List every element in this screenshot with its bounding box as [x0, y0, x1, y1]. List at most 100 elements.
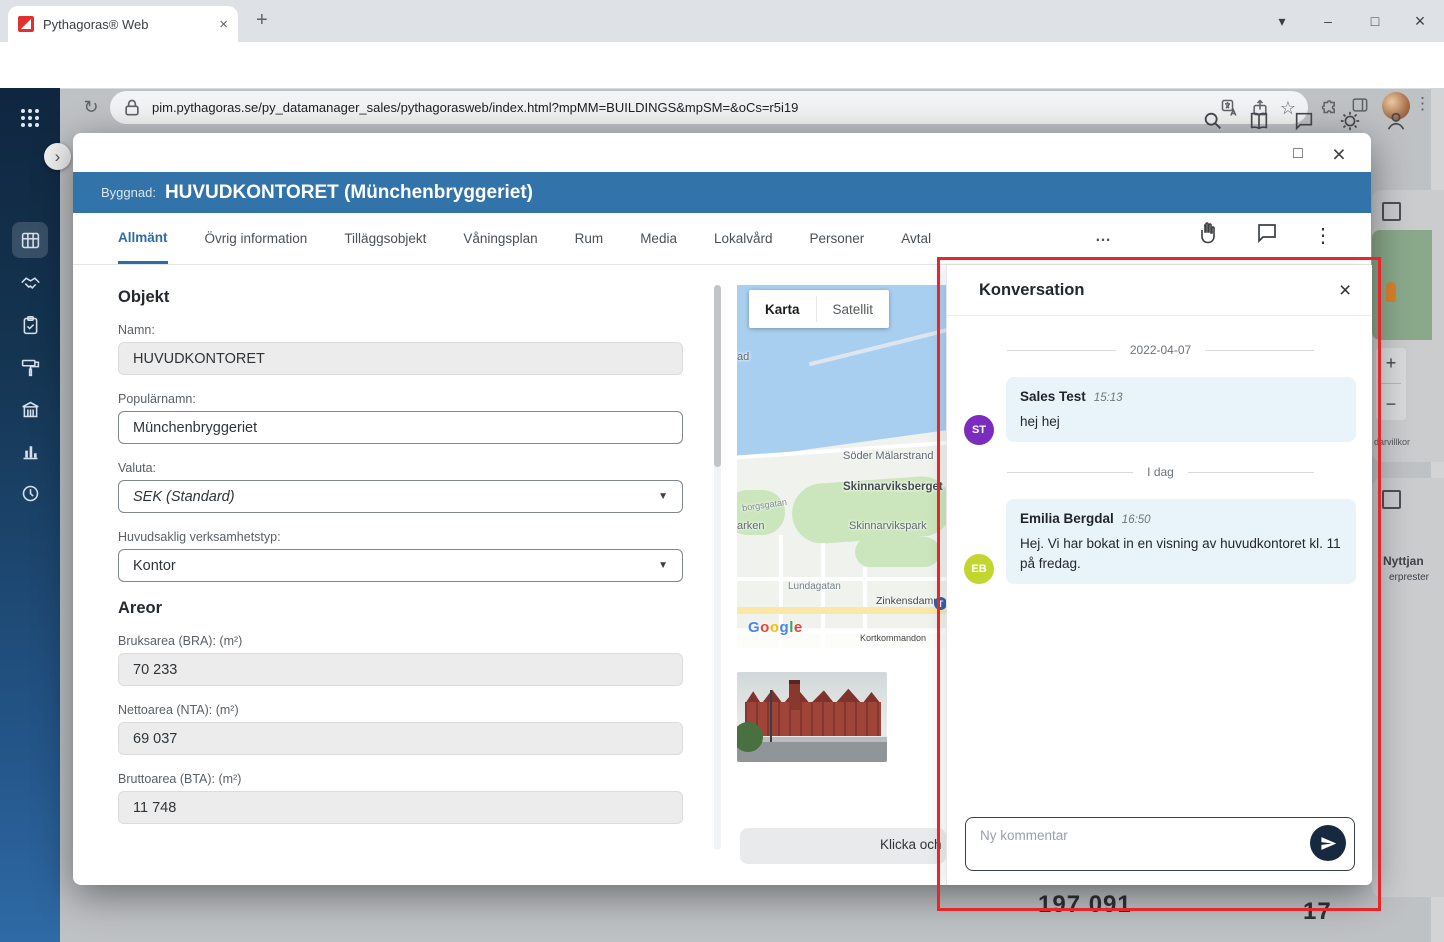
- tab-media[interactable]: Media: [640, 213, 677, 264]
- sidebar-item-partners[interactable]: [12, 265, 48, 301]
- map-label-lundagatan: Lundagatan: [788, 581, 841, 592]
- browser-menu-icon[interactable]: ⋮: [1414, 94, 1431, 114]
- field-label-bta: Bruttoarea (BTA): (m²): [118, 772, 242, 786]
- chat-icon[interactable]: [1293, 110, 1315, 132]
- message-author: Emilia Bergdal: [1020, 511, 1114, 526]
- extensions-puzzle-icon[interactable]: [1320, 95, 1340, 115]
- map-zoom-control: + −: [1376, 348, 1406, 420]
- avatar: ST: [964, 415, 994, 445]
- map-button-karta[interactable]: Karta: [749, 290, 816, 328]
- sidebar-item-properties[interactable]: [12, 391, 48, 427]
- zoom-in-button[interactable]: +: [1386, 353, 1397, 374]
- tab-avtal[interactable]: Avtal: [901, 213, 931, 264]
- valuta-select[interactable]: SEK (Standard) ▼: [118, 480, 683, 513]
- photo-action-label: Klicka och: [880, 837, 942, 852]
- map-terms-partial-text[interactable]: darvillkor: [1374, 437, 1410, 447]
- google-letter: o: [760, 619, 770, 636]
- sidebar-item-tasks[interactable]: [12, 307, 48, 343]
- send-icon: [1320, 836, 1336, 850]
- bra-value: 70 233: [133, 661, 178, 678]
- browser-toolbar: ← → ↻ pim.pythagoras.se/py_datamanager_s…: [0, 42, 1444, 124]
- modal-menu-icon[interactable]: ⋮: [1313, 223, 1333, 247]
- sidebar-item-maintenance[interactable]: [12, 349, 48, 385]
- background-big-number: 17: [1303, 898, 1332, 925]
- book-icon[interactable]: [1248, 110, 1270, 132]
- conversation-close-icon[interactable]: ×: [1339, 279, 1351, 303]
- person-icon[interactable]: [1385, 110, 1407, 132]
- namn-field: HUVUDKONTORET: [118, 342, 683, 375]
- google-map[interactable]: ad Söder Mälarstrand Skinnarviksberget b…: [737, 285, 946, 648]
- bar-chart-icon: [23, 445, 37, 459]
- map-button-satellit[interactable]: Satellit: [817, 290, 890, 328]
- tab-allmant[interactable]: Allmänt: [118, 213, 168, 264]
- reload-button[interactable]: ↻: [78, 94, 104, 120]
- modal-close-button[interactable]: ×: [1326, 141, 1352, 167]
- browser-tab[interactable]: Pythagoras® Web ×: [8, 6, 238, 42]
- expand-card-icon[interactable]: [1382, 202, 1401, 221]
- message-text: Hej. Vi har bokat in en visning av huvud…: [1020, 536, 1341, 571]
- url-text[interactable]: pim.pythagoras.se/py_datamanager_sales/p…: [152, 100, 1210, 115]
- tab-rum[interactable]: Rum: [575, 213, 604, 264]
- tab-ovrig-information[interactable]: Övrig information: [205, 213, 308, 264]
- message-bubble: Sales Test 15:13 hej hej: [1006, 377, 1356, 442]
- background-map-card: + − darvillkor: [1372, 190, 1444, 462]
- expand-card-icon[interactable]: [1382, 490, 1401, 509]
- popularnamn-field[interactable]: Münchenbryggeriet: [118, 411, 683, 444]
- gear-icon[interactable]: [1339, 110, 1361, 132]
- window-close-button[interactable]: ×: [1404, 6, 1436, 36]
- address-bar[interactable]: pim.pythagoras.se/py_datamanager_sales/p…: [110, 91, 1308, 124]
- modal-tab-bar: Allmänt Övrig information Tilläggsobjekt…: [73, 213, 1371, 265]
- photo-action-button[interactable]: Klicka och: [740, 828, 946, 864]
- building-photo[interactable]: [737, 672, 887, 762]
- comment-input[interactable]: [966, 818, 1296, 870]
- chevron-down-icon: ▼: [658, 560, 668, 571]
- sidebar-item-reports[interactable]: [12, 433, 48, 469]
- valuta-value: SEK (Standard): [133, 488, 235, 505]
- conversation-header: Konversation ×: [947, 265, 1372, 316]
- send-button[interactable]: [1310, 825, 1346, 861]
- drag-hand-icon[interactable]: [1195, 221, 1219, 245]
- pythagoras-favicon: [18, 16, 34, 32]
- apps-grid-icon[interactable]: [18, 106, 42, 130]
- modal-maximize-button[interactable]: □: [1285, 141, 1311, 167]
- card-partial-text: erprester: [1389, 572, 1430, 583]
- date-divider-text: 2022-04-07: [1129, 343, 1192, 357]
- sidebar-item-time[interactable]: [12, 475, 48, 511]
- zoom-out-button[interactable]: −: [1386, 394, 1397, 415]
- tab-personer[interactable]: Personer: [810, 213, 865, 264]
- comment-input-container: [965, 817, 1355, 871]
- sidebar-item-buildings[interactable]: [12, 222, 48, 258]
- tab-tillaggsobjekt[interactable]: Tilläggsobjekt: [344, 213, 426, 264]
- map-park-area: [855, 537, 940, 567]
- field-label-bra: Bruksarea (BRA): (m²): [118, 634, 243, 648]
- handshake-icon: [20, 276, 40, 289]
- photo-building-facade: [745, 702, 881, 736]
- sidebar-expand-button[interactable]: ›: [44, 143, 71, 170]
- tab-overflow-button[interactable]: …: [1095, 228, 1113, 246]
- google-letter: G: [748, 619, 761, 636]
- google-logo: Google: [748, 619, 803, 636]
- photo-lamp-post: [770, 690, 772, 742]
- field-label-verksamhetstyp: Huvudsaklig verksamhetstyp:: [118, 530, 281, 544]
- tab-close-icon[interactable]: ×: [219, 17, 228, 32]
- search-icon[interactable]: [1202, 110, 1224, 132]
- map-main-road: [737, 607, 946, 614]
- modal-scrollbar-thumb[interactable]: [714, 285, 721, 467]
- map-label-partial-parken: arken: [737, 520, 765, 532]
- pegman-icon[interactable]: [1386, 282, 1396, 302]
- new-tab-button[interactable]: +: [256, 9, 268, 32]
- google-letter: o: [769, 619, 780, 636]
- message-text: hej hej: [1020, 414, 1060, 429]
- tab-vaningsplan[interactable]: Våningsplan: [463, 213, 537, 264]
- window-maximize-button[interactable]: □: [1359, 6, 1391, 36]
- map-shortcuts-link[interactable]: Kortkommandon: [860, 633, 926, 643]
- message-bubble: Emilia Bergdal 16:50 Hej. Vi har bokat in…: [1006, 499, 1356, 584]
- verksamhetstyp-select[interactable]: Kontor ▼: [118, 549, 683, 582]
- tab-search-chevron-icon[interactable]: ▾: [1266, 6, 1298, 36]
- tab-lokalvard[interactable]: Lokalvård: [714, 213, 773, 264]
- background-map-greenery: [1372, 230, 1432, 340]
- window-minimize-button[interactable]: –: [1312, 6, 1344, 36]
- conversation-icon[interactable]: [1255, 221, 1279, 245]
- paint-roller-icon: [21, 359, 39, 376]
- message-author: Sales Test: [1020, 389, 1086, 404]
